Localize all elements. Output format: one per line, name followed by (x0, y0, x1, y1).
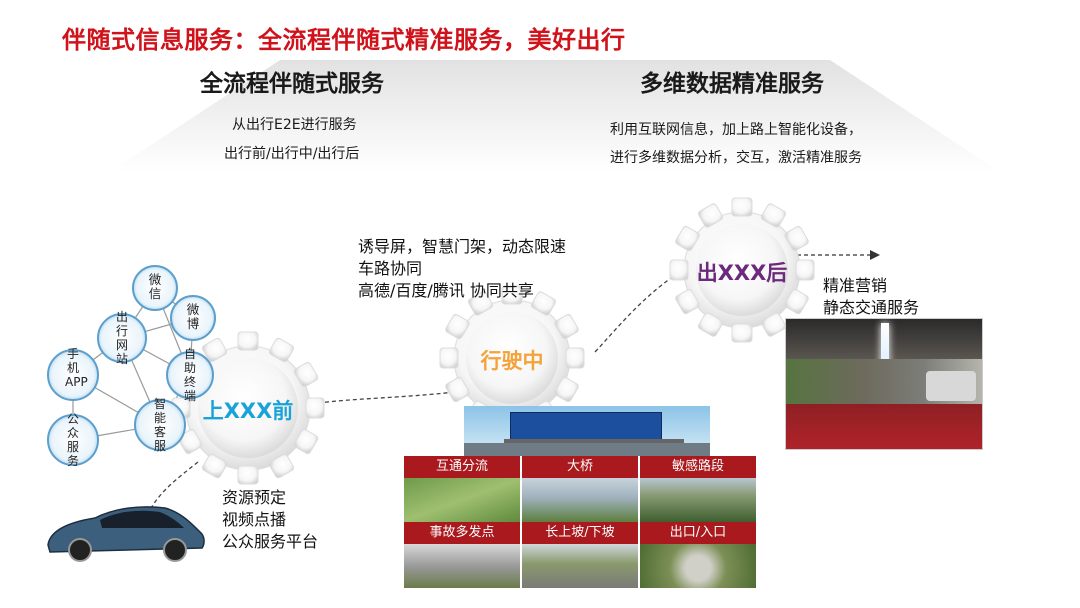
photo-cell-label: 敏感路段 (640, 456, 756, 478)
note-during-line-3: 高德/百度/腾讯 协同共享 (358, 281, 534, 300)
car-icon (47, 506, 205, 562)
note-before-line-2: 视频点播 (222, 510, 287, 529)
note-during-line-1: 诱导屏，智慧门架，动态限速 (358, 237, 567, 256)
note-after: 精准营销 静态交通服务 (823, 275, 919, 319)
photo-cell-label: 事故多发点 (404, 522, 520, 544)
node-label-wechat: 微信 (148, 272, 162, 301)
photo-cell-bridge: 大桥 (522, 456, 638, 522)
node-label-weibo: 微博 (186, 302, 200, 331)
parking-photo (785, 318, 983, 450)
node-label-travel-site: 出行网站 (115, 310, 128, 366)
photo-cell-accident-spot: 事故多发点 (404, 522, 520, 588)
arrow-head-icon (870, 250, 880, 260)
note-during-line-2: 车路协同 (358, 259, 423, 278)
connector-during-after (594, 274, 676, 353)
note-before-line-3: 公众服务平台 (222, 532, 319, 551)
photo-cell-exit-entrance: 出口/入口 (640, 522, 756, 588)
note-during: 诱导屏，智慧门架，动态限速 车路协同 高德/百度/腾讯 协同共享 (358, 236, 566, 302)
gear-label-before: 上XXX前 (202, 399, 294, 423)
connector-car-before (149, 461, 199, 511)
note-before: 资源预定 视频点播 公众服务平台 (222, 487, 318, 553)
note-after-line-1: 精准营销 (823, 276, 888, 295)
photo-cell-label: 大桥 (522, 456, 638, 478)
highway-sign-photo (464, 406, 710, 456)
note-before-line-1: 资源预定 (222, 488, 287, 507)
gear-label-after: 出XXX后 (696, 261, 788, 285)
photo-cell-label: 出口/入口 (640, 522, 756, 544)
node-label-mobile-app: 手机APP (65, 347, 88, 389)
connector-before-during (317, 391, 456, 404)
photo-cell-interchange: 互通分流 (404, 456, 520, 522)
node-label-smart-service: 智能客服 (153, 397, 166, 453)
photo-cell-label: 长上坡/下坡 (522, 522, 638, 544)
note-after-line-2: 静态交通服务 (823, 298, 920, 317)
photo-cell-sensitive-road: 敏感路段 (640, 456, 756, 522)
photo-grid: 互通分流 大桥 敏感路段 事故多发点 长上坡/下坡 出口/入口 (404, 456, 756, 588)
photo-cell-label: 互通分流 (404, 456, 520, 478)
gear-label-during: 行驶中 (480, 349, 544, 373)
node-label-self-service: 自助终端 (183, 347, 196, 403)
node-label-public-service: 公众服务 (66, 412, 79, 468)
photo-cell-slope: 长上坡/下坡 (522, 522, 638, 588)
